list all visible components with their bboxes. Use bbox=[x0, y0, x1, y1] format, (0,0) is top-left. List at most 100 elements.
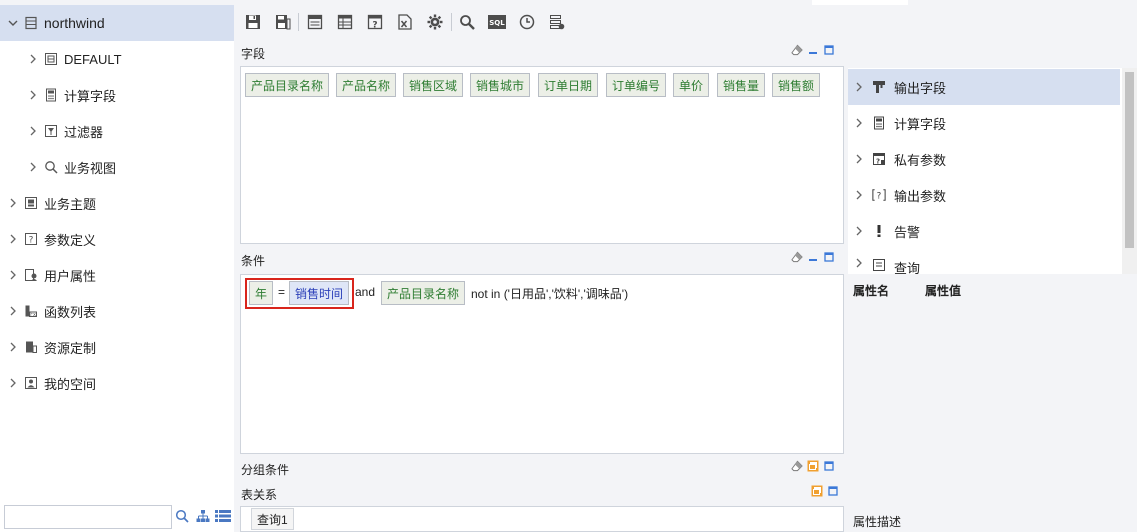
output-parameter-icon: ? bbox=[872, 188, 886, 202]
tree-node-label: 资源定制 bbox=[44, 340, 97, 356]
chevron-right-icon[interactable] bbox=[8, 234, 18, 244]
calculator-icon bbox=[44, 88, 58, 102]
parameter-icon[interactable]: ? bbox=[366, 13, 384, 31]
toolbar-separator bbox=[451, 13, 452, 31]
maximize-icon[interactable] bbox=[823, 44, 835, 56]
right-tree-output-fields[interactable]: 输出字段 bbox=[848, 69, 1120, 105]
maximize-icon[interactable] bbox=[823, 251, 835, 263]
tree-node-label: 我的空间 bbox=[44, 376, 97, 392]
tree-search-input[interactable] bbox=[4, 505, 172, 529]
right-tree-scrollbar[interactable] bbox=[1122, 68, 1137, 274]
private-parameter-icon: ? bbox=[872, 152, 886, 166]
chevron-right-icon[interactable] bbox=[28, 54, 38, 64]
tree-structure-icon[interactable] bbox=[196, 509, 210, 526]
eraser-icon[interactable] bbox=[791, 251, 803, 263]
chevron-right-icon[interactable] bbox=[854, 82, 864, 92]
save-as-icon[interactable] bbox=[274, 13, 292, 31]
property-panel: 属性名 属性值 属性描述 bbox=[848, 274, 1137, 532]
maximize-icon[interactable] bbox=[827, 485, 839, 497]
minimize-icon[interactable] bbox=[807, 44, 819, 56]
list-view-icon[interactable] bbox=[215, 510, 231, 525]
field-chip[interactable]: 订单编号 bbox=[606, 73, 667, 97]
maximize-icon[interactable] bbox=[823, 460, 835, 472]
right-tree-alerts[interactable]: 告警 bbox=[848, 213, 1120, 249]
svg-text:?: ? bbox=[877, 192, 882, 202]
minimize-icon[interactable] bbox=[807, 251, 819, 263]
right-tree-label: 输出字段 bbox=[894, 80, 947, 96]
scrollbar-thumb[interactable] bbox=[1125, 72, 1134, 248]
chevron-right-icon[interactable] bbox=[8, 306, 18, 316]
right-tree-label: 输出参数 bbox=[894, 188, 947, 204]
fields-panel[interactable]: 产品目录名称 产品名称 销售区域 销售城市 订单日期 订单编号 单价 销售量 销… bbox=[240, 66, 844, 244]
search-icon[interactable] bbox=[175, 509, 189, 526]
tree-node-parameters[interactable]: ? 参数定义 bbox=[0, 221, 234, 257]
tree-node-resource-custom[interactable]: 资源定制 bbox=[0, 329, 234, 365]
condition-chip-year[interactable]: 年 bbox=[249, 281, 274, 305]
right-tree-label: 查询 bbox=[894, 261, 921, 274]
clock-icon[interactable] bbox=[518, 13, 536, 31]
right-tree-label: 私有参数 bbox=[894, 152, 947, 168]
table-icon[interactable] bbox=[336, 13, 354, 31]
search-icon[interactable] bbox=[458, 13, 476, 31]
chevron-right-icon[interactable] bbox=[854, 190, 864, 200]
tree-node-business-views[interactable]: 业务视图 bbox=[0, 149, 234, 185]
field-chip[interactable]: 销售城市 bbox=[470, 73, 531, 97]
tree-node-filters[interactable]: 过滤器 bbox=[0, 113, 234, 149]
tree-node-functions[interactable]: Fx 函数列表 bbox=[0, 293, 234, 329]
right-tree-label: 计算字段 bbox=[894, 116, 947, 132]
export-excel-icon[interactable] bbox=[396, 13, 414, 31]
tree-node-label: 计算字段 bbox=[64, 88, 117, 104]
property-name-header: 属性名 bbox=[853, 284, 890, 298]
tab-query1[interactable]: 查询1 bbox=[251, 508, 294, 530]
window-tab-indicator bbox=[812, 0, 908, 5]
restore-icon[interactable] bbox=[811, 485, 823, 497]
layout-icon[interactable] bbox=[306, 13, 324, 31]
conditions-panel[interactable]: 年 = 销售时间 and 产品目录名称 not in ('日用品','饮料','… bbox=[240, 274, 844, 454]
chevron-right-icon[interactable] bbox=[8, 378, 18, 388]
field-chip[interactable]: 单价 bbox=[673, 73, 710, 97]
field-chip[interactable]: 销售量 bbox=[717, 73, 766, 97]
chevron-right-icon[interactable] bbox=[28, 126, 38, 136]
right-tree-calculated-fields[interactable]: 计算字段 bbox=[848, 105, 1120, 141]
chevron-right-icon[interactable] bbox=[854, 226, 864, 236]
relation-section-title: 表关系 bbox=[241, 488, 278, 502]
tree-node-business-topics[interactable]: 业务主题 bbox=[0, 185, 234, 221]
chevron-right-icon[interactable] bbox=[28, 90, 38, 100]
field-chip[interactable]: 产品名称 bbox=[336, 73, 397, 97]
chevron-right-icon[interactable] bbox=[8, 270, 18, 280]
chevron-right-icon[interactable] bbox=[854, 118, 864, 128]
condition-chip-sales-time[interactable]: 销售时间 bbox=[289, 281, 350, 305]
condition-logic-and: and bbox=[355, 285, 376, 299]
tree-node-calculated-fields[interactable]: 计算字段 bbox=[0, 77, 234, 113]
condition-chip-catalog[interactable]: 产品目录名称 bbox=[381, 281, 466, 305]
query-settings-icon[interactable] bbox=[548, 13, 566, 31]
chevron-right-icon[interactable] bbox=[854, 154, 864, 164]
chevron-right-icon[interactable] bbox=[8, 198, 18, 208]
field-chip[interactable]: 订单日期 bbox=[538, 73, 599, 97]
chevron-right-icon[interactable] bbox=[8, 342, 18, 352]
condition-expression-tail: not in ('日用品','饮料','调味品') bbox=[471, 287, 629, 301]
right-tree-output-params[interactable]: ? 输出参数 bbox=[848, 177, 1120, 213]
eraser-icon[interactable] bbox=[791, 460, 803, 472]
restore-icon[interactable] bbox=[807, 460, 819, 472]
chevron-right-icon[interactable] bbox=[854, 258, 864, 268]
tree-node-default[interactable]: DEFAULT bbox=[0, 41, 234, 77]
tree-node-label: northwind bbox=[44, 15, 105, 31]
fields-panel-tools bbox=[791, 44, 835, 56]
field-chip[interactable]: 销售区域 bbox=[403, 73, 464, 97]
right-tree-private-params[interactable]: ? 私有参数 bbox=[848, 141, 1120, 177]
tree-node-user-attributes[interactable]: 用户属性 bbox=[0, 257, 234, 293]
sql-icon[interactable]: SQL bbox=[488, 13, 506, 31]
save-icon[interactable] bbox=[244, 13, 262, 31]
parameter-icon: ? bbox=[24, 232, 38, 246]
right-tree-query[interactable]: 查询 bbox=[848, 249, 1120, 274]
chevron-down-icon[interactable] bbox=[8, 18, 18, 28]
field-chip[interactable]: 销售额 bbox=[772, 73, 821, 97]
tree-node-my-space[interactable]: 我的空间 bbox=[0, 365, 234, 401]
eraser-icon[interactable] bbox=[791, 44, 803, 56]
chevron-right-icon[interactable] bbox=[28, 162, 38, 172]
field-chip[interactable]: 产品目录名称 bbox=[245, 73, 330, 97]
query-object-tree: 输出字段 计算字段 ? 私有参数 ? 输出参数 告警 查询 bbox=[848, 68, 1137, 274]
gear-icon[interactable] bbox=[426, 13, 444, 31]
tree-node-northwind[interactable]: northwind bbox=[0, 5, 234, 41]
